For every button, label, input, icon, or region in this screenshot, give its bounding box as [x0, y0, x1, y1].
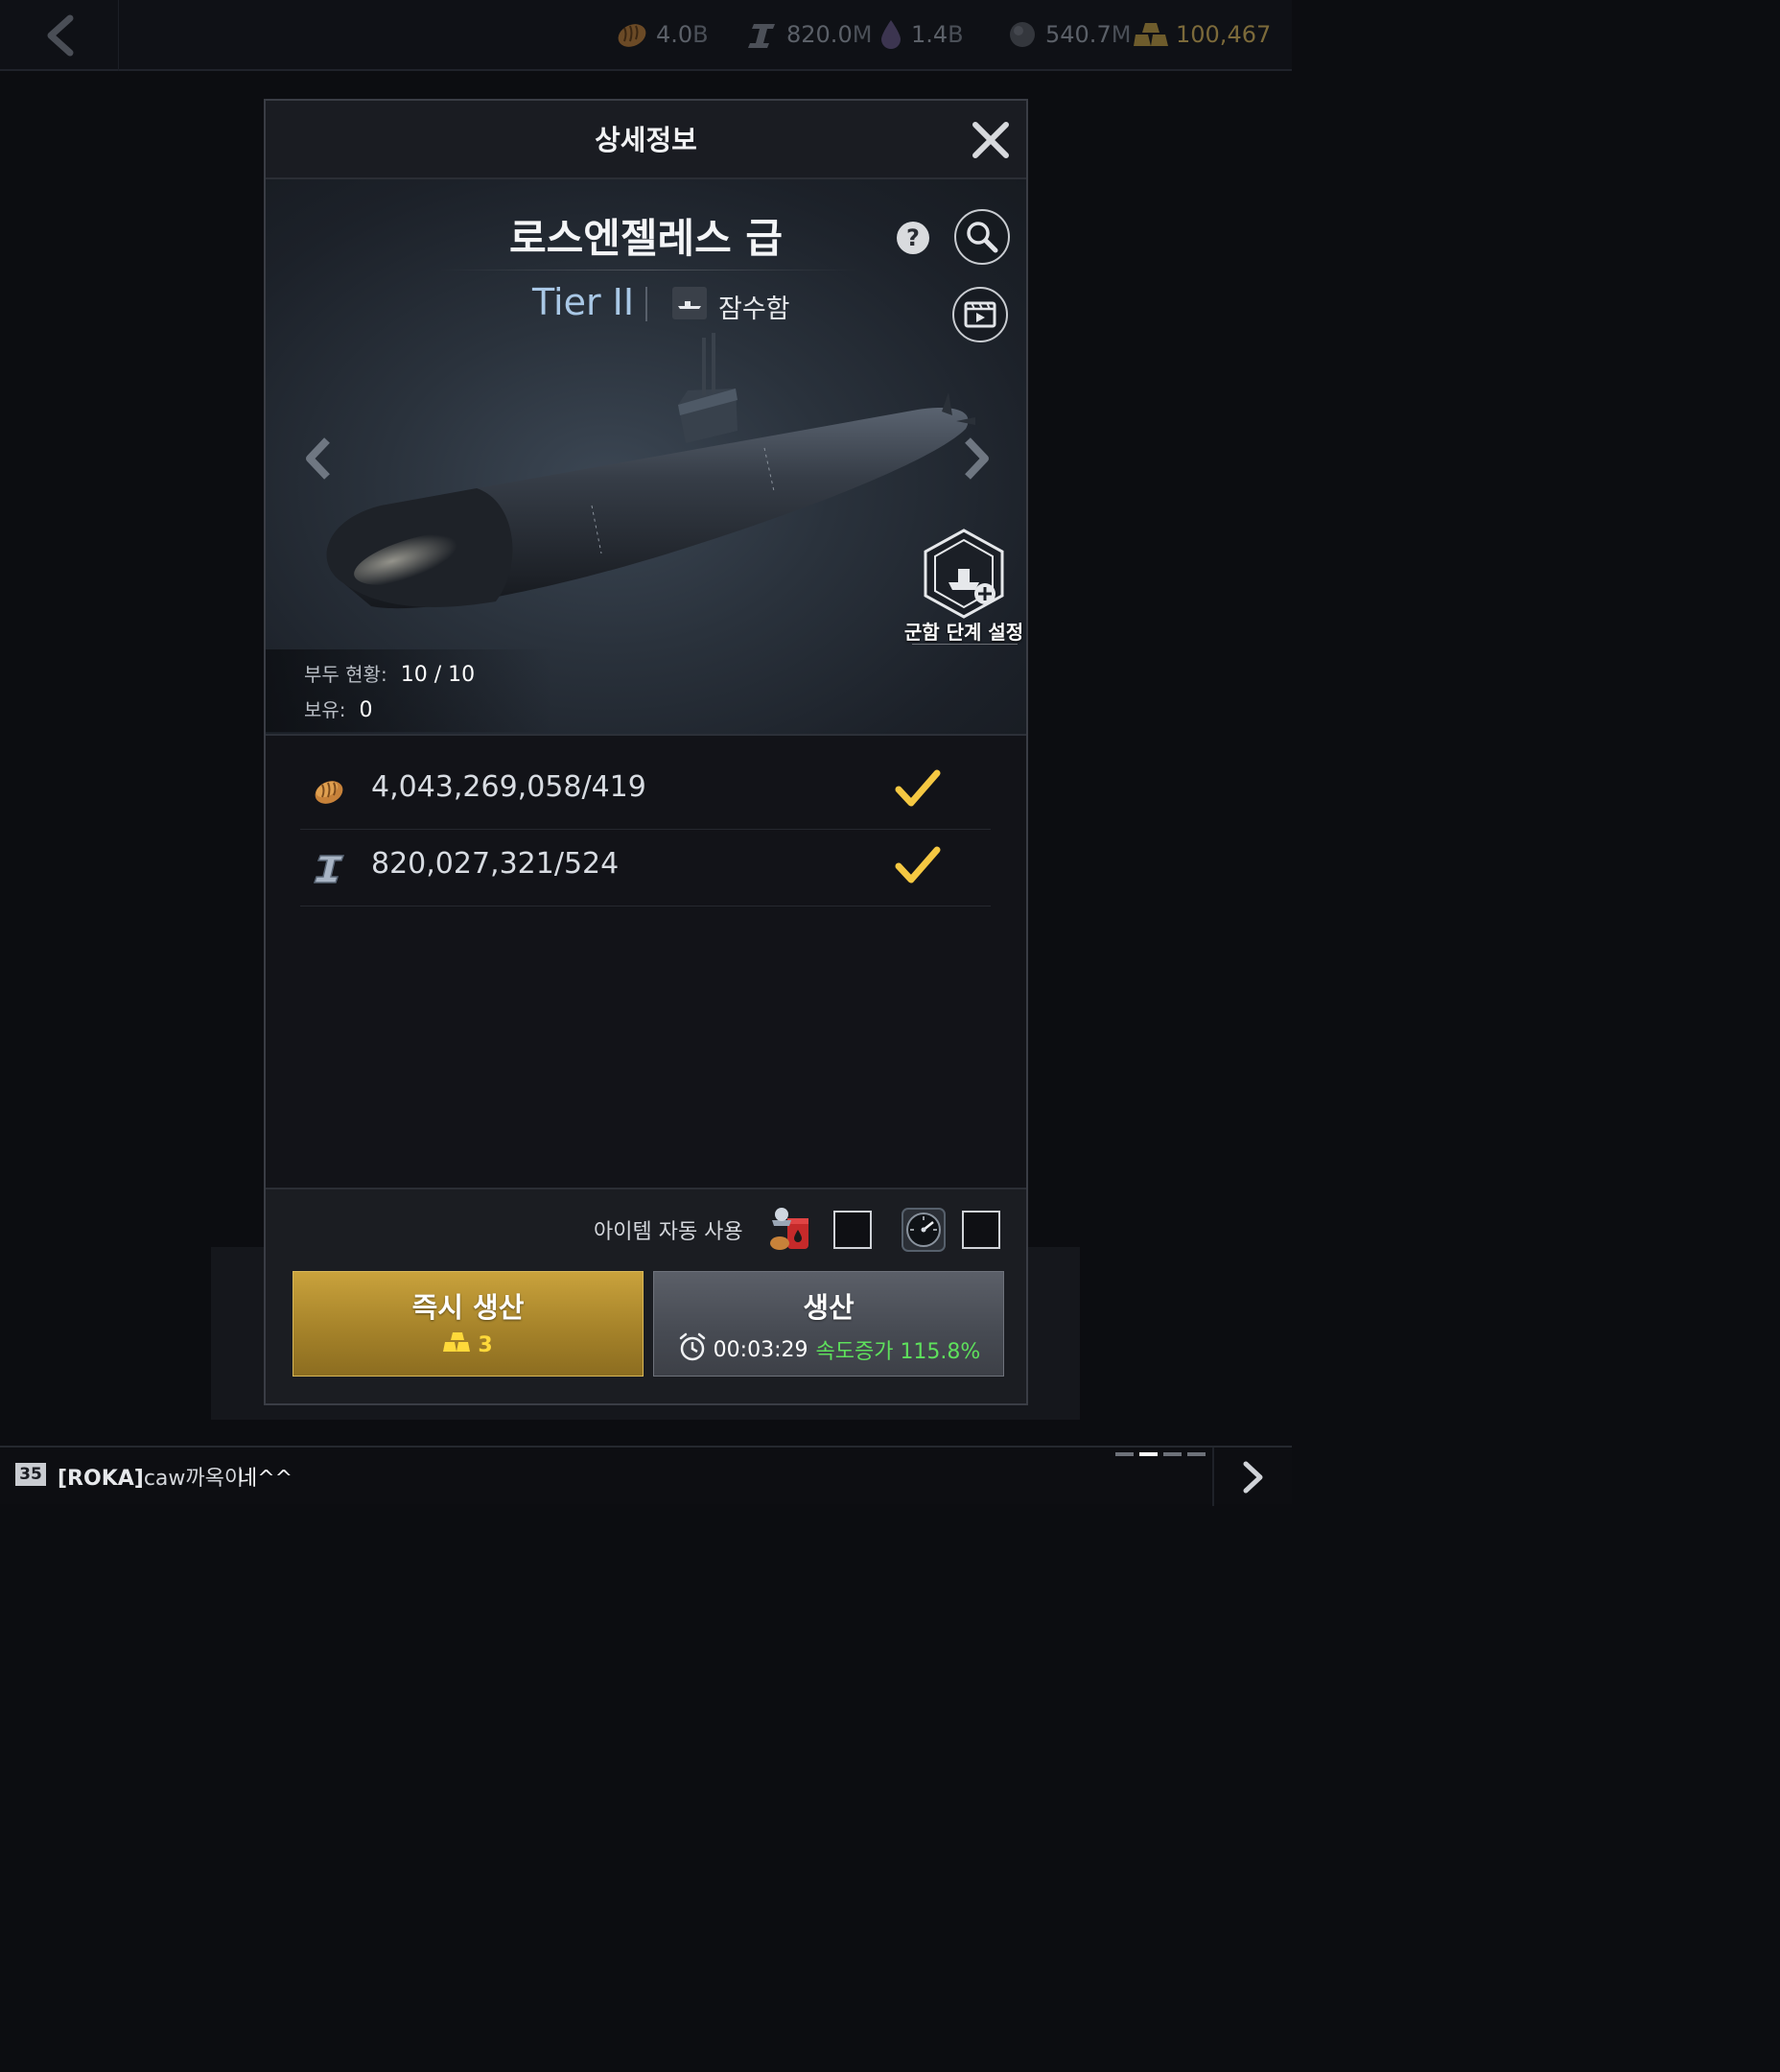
inspect-button[interactable] [954, 209, 1010, 265]
chat-expand-button[interactable] [1212, 1448, 1292, 1506]
produce-button[interactable]: 생산 00:03:29 속도증가 115.8% [653, 1271, 1004, 1377]
check-icon [895, 845, 941, 889]
magnifier-icon [967, 222, 998, 253]
owned-count-row: 보유: 0 [304, 695, 373, 722]
ship-upgrade-icon [924, 529, 1004, 619]
auto-use-label: 아이템 자동 사용 [594, 1220, 743, 1244]
resource-food-unit: B [692, 21, 709, 48]
owned-value: 0 [359, 698, 373, 722]
ship-type-label: 잠수함 [718, 294, 790, 324]
resource-gold-value: 100,467 [1176, 21, 1272, 48]
chat-sender: [ROKA]caw까옥이 [58, 1461, 244, 1492]
resource-ore[interactable]: 540.7 M [1007, 17, 1131, 52]
submarine-illustration [326, 333, 975, 609]
instant-produce-cost-value: 3 [478, 1332, 493, 1357]
chevron-right-icon [1243, 1461, 1262, 1493]
ore-rock-icon [1007, 19, 1038, 50]
requirement-steel-text: 820,027,321/524 [371, 847, 620, 881]
gold-bars-icon [443, 1331, 472, 1358]
page-dot [1115, 1452, 1134, 1456]
question-icon: ? [906, 224, 920, 251]
bread-icon [312, 774, 346, 812]
instant-produce-cost: 3 [293, 1331, 643, 1358]
upgrade-underline [912, 644, 1018, 645]
help-button[interactable]: ? [897, 222, 929, 254]
alarm-clock-icon [677, 1331, 708, 1368]
produce-speed-bonus: 속도증가 115.8% [815, 1340, 981, 1364]
title-divider [438, 270, 860, 271]
resource-food-value: 4.0 [656, 21, 693, 48]
dock-status-row: 부두 현황: 10 / 10 [304, 659, 475, 687]
modal-header: 상세정보 [266, 101, 1026, 179]
requirement-row-steel: 820,027,321/524 [300, 830, 991, 906]
owned-label: 보유: [304, 698, 346, 721]
auto-use-resource-checkbox[interactable] [833, 1211, 872, 1249]
bread-icon [616, 20, 648, 49]
chat-sender-name: caw까옥이 [143, 1467, 245, 1491]
produce-timer: 00:03:29 [713, 1337, 808, 1362]
ship-tier: Tier II [532, 281, 635, 323]
produce-label: 생산 [803, 1291, 855, 1324]
resource-steel-value: 820.0 [786, 21, 853, 48]
resource-steel[interactable]: 820.0 M [746, 17, 872, 52]
resource-pack-icon [766, 1205, 816, 1255]
chat-page-indicator [1115, 1452, 1206, 1456]
produce-time-info: 00:03:29 속도증가 115.8% [654, 1331, 1003, 1368]
page-dot [1163, 1452, 1182, 1456]
dock-status-value: 10 / 10 [400, 663, 476, 687]
resource-oil[interactable]: 1.4 B [878, 17, 964, 52]
chat-message: 네^^ [238, 1467, 293, 1491]
resource-ore-unit: M [1111, 21, 1132, 48]
close-icon [972, 122, 1009, 158]
page-dot-active [1139, 1452, 1158, 1456]
tier-divider [645, 287, 647, 321]
chevron-left-icon [47, 14, 73, 57]
top-resource-bar: 4.0 B 820.0 M 1.4 B 540.7 M 100,467 [0, 0, 1292, 71]
resource-ore-value: 540.7 [1045, 21, 1112, 48]
resource-food[interactable]: 4.0 B [616, 17, 709, 52]
check-icon [895, 768, 941, 812]
speedometer-icon [899, 1205, 949, 1255]
sender-level-badge: 35 [15, 1463, 46, 1486]
ship-upgrade-button[interactable]: 군함 단계 설정 [899, 527, 1026, 646]
page-dot [1187, 1452, 1206, 1456]
back-button[interactable] [0, 0, 119, 71]
production-footer: 아이템 자동 사용 즉시 생산 3 생산 00:03:29 속도증가 115.8… [266, 1188, 1026, 1403]
close-button[interactable] [969, 118, 1013, 162]
auto-use-speedup-checkbox[interactable] [962, 1211, 1000, 1249]
resource-gold[interactable]: 100,467 [1134, 17, 1271, 52]
detail-modal: 상세정보 로스엔젤레스 급 Tier II 잠수함 ? 군함 단계 설정 부두 … [264, 99, 1028, 1405]
instant-produce-button[interactable]: 즉시 생산 3 [293, 1271, 644, 1377]
steel-beam-icon [312, 851, 346, 889]
requirement-row-food: 4,043,269,058/419 [300, 753, 991, 830]
resource-oil-value: 1.4 [911, 21, 949, 48]
submarine-icon [672, 287, 707, 319]
chat-sender-tag: [ROKA] [58, 1467, 144, 1491]
instant-produce-label: 즉시 생산 [411, 1291, 525, 1324]
oil-drop-icon [878, 18, 903, 51]
ship-upgrade-label: 군함 단계 설정 [903, 621, 1024, 644]
chat-bar[interactable]: 35 [ROKA]caw까옥이 네^^ [0, 1446, 1292, 1506]
modal-title: 상세정보 [595, 124, 697, 156]
dock-status-label: 부두 현황: [304, 663, 387, 686]
requirement-food-text: 4,043,269,058/419 [371, 770, 646, 804]
gold-bars-icon [1134, 21, 1168, 48]
resource-steel-unit: M [852, 21, 873, 48]
steel-beam-icon [746, 18, 779, 51]
resource-oil-unit: B [948, 21, 964, 48]
ship-showcase: 로스엔젤레스 급 Tier II 잠수함 ? 군함 단계 설정 부두 현황: 1… [266, 179, 1026, 736]
